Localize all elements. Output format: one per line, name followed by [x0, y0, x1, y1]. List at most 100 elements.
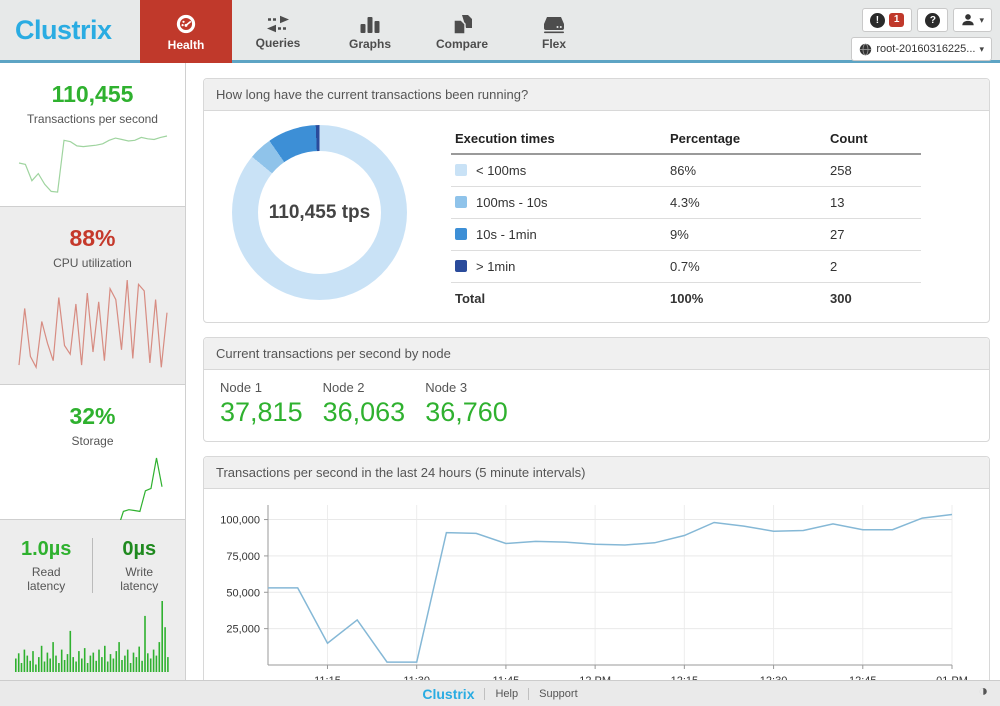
write-latency-value: 0µs	[122, 538, 157, 560]
execution-table: Execution times Percentage Count < 100ms…	[451, 125, 921, 314]
node-value: 36,063	[322, 397, 406, 427]
metric-value: 32%	[69, 403, 116, 429]
tab-label: Compare	[435, 37, 488, 51]
contrast-toggle-icon[interactable]: ◑	[978, 683, 988, 701]
panel-title: Transactions per second in the last 24 h…	[204, 457, 989, 489]
metric-cpu-utilization[interactable]: 88% CPU utilization	[0, 207, 185, 385]
tab-queries[interactable]: Queries	[232, 0, 324, 63]
bucket-count: 27	[826, 218, 921, 251]
tab-label: Health	[167, 38, 205, 52]
panel-title: How long have the current transactions b…	[204, 79, 989, 111]
per-node-panel: Current transactions per second by node …	[203, 337, 990, 442]
transfer-arrows-icon	[267, 15, 289, 33]
tab-health[interactable]: Health	[140, 0, 232, 63]
alerts-button[interactable]: ! 1	[861, 8, 913, 32]
node-name: Node 2	[322, 380, 365, 395]
node-value: 36,760	[425, 397, 508, 427]
bucket-percentage: 9%	[666, 218, 826, 251]
globe-icon	[860, 43, 872, 55]
chevron-down-icon: ▾	[979, 43, 984, 54]
node-stat: Node 1 37,815	[220, 380, 303, 428]
legend-swatch	[455, 260, 467, 272]
table-total-row: Total 100% 300	[451, 282, 921, 314]
bucket-percentage: 0.7%	[666, 250, 826, 283]
bucket-label: 100ms - 10s	[476, 195, 548, 210]
node-value: 37,815	[220, 397, 303, 427]
metric-label: Transactions per second	[27, 112, 158, 126]
svg-text:50,000: 50,000	[226, 587, 260, 599]
svg-text:25,000: 25,000	[226, 624, 260, 636]
bucket-percentage: 4.3%	[666, 186, 826, 219]
node-name: Node 1	[220, 380, 262, 395]
table-row: < 100ms 86% 258	[451, 154, 921, 187]
documents-icon	[453, 15, 472, 34]
page-footer: Clustrix Help Support ◑	[0, 680, 1000, 706]
tab-label: Queries	[255, 36, 301, 50]
metric-label: CPU utilization	[53, 256, 132, 270]
svg-text:100,000: 100,000	[220, 515, 260, 527]
bucket-label: < 100ms	[476, 163, 527, 178]
node-stat: Node 2 36,063	[323, 380, 406, 428]
tab-compare[interactable]: Compare	[416, 0, 508, 63]
tab-graphs[interactable]: Graphs	[324, 0, 416, 63]
help-icon: ?	[925, 12, 941, 28]
bucket-label: 10s - 1min	[476, 227, 537, 242]
metrics-sidebar: 110,455 Transactions per second 88% CPU …	[0, 63, 186, 680]
execution-donut: 110,455 tps	[232, 125, 407, 300]
table-row: > 1min 0.7% 2	[451, 250, 921, 283]
session-label: root-20160316225...	[876, 43, 976, 55]
top-nav: Clustrix Health Queries Graphs Compare F…	[0, 0, 1000, 63]
session-dropdown[interactable]: root-20160316225... ▾	[851, 37, 992, 61]
tab-label: Flex	[541, 36, 566, 51]
column-header: Percentage	[666, 125, 826, 155]
total-label: Total	[451, 282, 666, 314]
bucket-percentage: 86%	[666, 154, 826, 187]
execution-times-panel: How long have the current transactions b…	[203, 78, 990, 323]
help-link[interactable]: Help	[484, 687, 518, 700]
write-latency-label: Write latency	[120, 565, 159, 593]
alert-count-badge: 1	[888, 13, 905, 27]
read-latency-value: 1.0µs	[20, 538, 72, 560]
bucket-count: 2	[826, 250, 921, 283]
column-header: Execution times	[451, 125, 666, 155]
footer-logo[interactable]: Clustrix	[422, 686, 474, 702]
cpu-sparkline	[17, 279, 168, 370]
alert-icon: !	[869, 12, 885, 28]
help-button[interactable]: ?	[917, 8, 949, 32]
legend-swatch	[455, 196, 467, 208]
tab-label: Graphs	[348, 37, 391, 51]
latency-sparkline	[15, 601, 169, 672]
legend-swatch	[455, 228, 467, 240]
table-row: 100ms - 10s 4.3% 13	[451, 186, 921, 219]
tps-sparkline	[18, 135, 167, 193]
user-icon	[962, 14, 975, 26]
bucket-count: 258	[826, 154, 921, 187]
table-row: 10s - 1min 9% 27	[451, 218, 921, 251]
tab-flex[interactable]: Flex	[508, 0, 600, 63]
metric-latency[interactable]: 1.0µs Read latency 0µs Write latency	[0, 520, 185, 680]
metric-label: Storage	[71, 434, 114, 448]
metric-value: 88%	[69, 225, 116, 251]
panel-title: Current transactions per second by node	[204, 338, 989, 370]
node-name: Node 3	[425, 380, 468, 395]
bucket-label: > 1min	[476, 259, 516, 274]
tps-line-chart: 11:1511:3011:4512 PM12:1512:3012:4501 PM…	[220, 505, 968, 680]
total-count: 300	[826, 282, 921, 314]
column-header: Count	[826, 125, 921, 155]
disk-drive-icon	[544, 16, 564, 33]
timeseries-panel: Transactions per second in the last 24 h…	[203, 456, 990, 680]
total-percentage: 100%	[666, 282, 826, 314]
read-latency-label: Read latency	[27, 565, 66, 593]
metric-storage[interactable]: 32% Storage	[0, 385, 185, 531]
support-link[interactable]: Support	[528, 687, 578, 700]
bar-chart-icon	[360, 17, 380, 33]
metric-transactions-per-second[interactable]: 110,455 Transactions per second	[0, 63, 185, 207]
user-menu-button[interactable]: ▾	[953, 8, 992, 32]
donut-center-label: 110,455 tps	[268, 201, 371, 223]
metric-value: 110,455	[51, 81, 134, 107]
svg-text:75,000: 75,000	[226, 551, 260, 563]
app-logo[interactable]: Clustrix	[0, 0, 140, 60]
gauge-icon	[176, 14, 196, 34]
nav-controls: ! 1 ? ▾ root-20160316225... ▾	[851, 8, 992, 61]
main-content: How long have the current transactions b…	[186, 63, 1000, 680]
